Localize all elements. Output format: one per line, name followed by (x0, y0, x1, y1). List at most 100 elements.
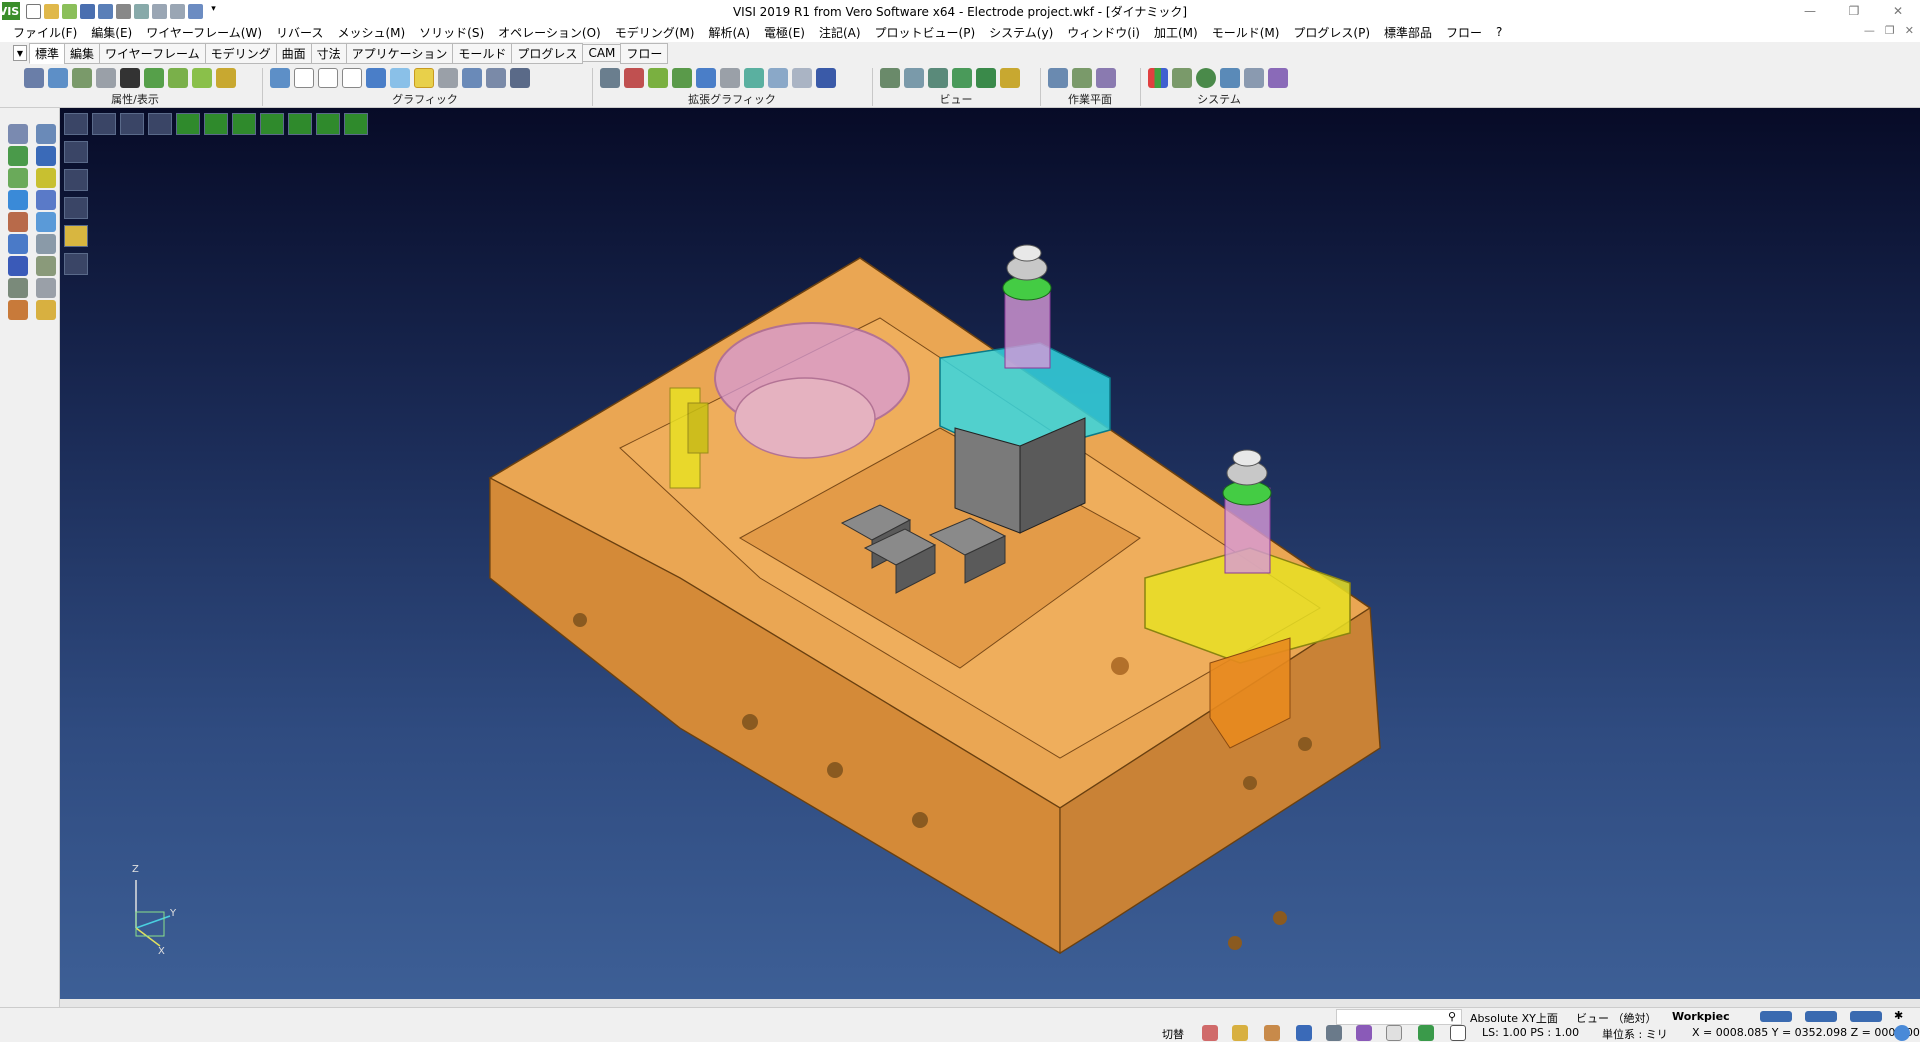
menu-edit[interactable]: 編集(E) (84, 24, 139, 41)
tab-flow[interactable]: フロー (620, 42, 669, 64)
cube-status-icon[interactable] (1356, 1025, 1372, 1041)
undo-icon[interactable] (152, 3, 167, 19)
save-icon[interactable] (80, 3, 95, 19)
redo-icon[interactable] (170, 3, 185, 19)
help-left-icon[interactable] (8, 256, 28, 276)
status-color-swatch[interactable] (1760, 1011, 1792, 1022)
tab-mould[interactable]: モールド (452, 42, 513, 64)
render-icon[interactable] (486, 68, 506, 88)
folder-icon[interactable] (36, 300, 56, 320)
print-preview-icon[interactable] (134, 3, 149, 19)
status-color-swatch[interactable] (1850, 1011, 1882, 1022)
tools-icon[interactable] (8, 300, 28, 320)
picture-icon[interactable] (1220, 68, 1240, 88)
view-eye-icon[interactable] (1000, 68, 1020, 88)
print-icon[interactable] (116, 3, 131, 19)
bucket-icon[interactable] (8, 278, 28, 298)
dynamic-icon[interactable] (438, 68, 458, 88)
menu-analysis[interactable]: 解析(A) (701, 24, 757, 41)
view-refresh-icon[interactable] (976, 68, 996, 88)
menu-mould[interactable]: モールド(M) (1205, 24, 1287, 41)
menu-operation[interactable]: オペレーション(O) (491, 24, 608, 41)
import-icon[interactable] (62, 3, 77, 19)
menu-flow[interactable]: フロー (1439, 24, 1489, 41)
tab-edit[interactable]: 編集 (64, 42, 101, 64)
tab-application[interactable]: アプリケーション (345, 42, 454, 64)
grid-toggle-icon[interactable] (1202, 1025, 1218, 1041)
menu-annotation[interactable]: 注記(A) (812, 24, 868, 41)
menu-window[interactable]: ウィンドウ(i) (1060, 24, 1147, 41)
rotate-icon[interactable] (8, 190, 28, 210)
tab-dropdown-icon[interactable]: ▼ (13, 45, 27, 61)
texture-icon[interactable] (510, 68, 530, 88)
light-icon[interactable] (216, 68, 236, 88)
view-zoom-icon[interactable] (904, 68, 924, 88)
layer-status-icon[interactable] (1386, 1025, 1402, 1041)
menu-wireframe[interactable]: ワイヤーフレーム(W) (139, 24, 269, 41)
tab-dimension[interactable]: 寸法 (310, 42, 347, 64)
tab-progress[interactable]: プログレス (511, 42, 584, 64)
attributes-icon[interactable] (24, 68, 44, 88)
status-settings-icon[interactable]: ✱ (1894, 1009, 1903, 1022)
menu-help[interactable]: ? (1489, 25, 1509, 39)
draft-icon[interactable] (672, 68, 692, 88)
network-status-icon[interactable] (1326, 1025, 1342, 1041)
menu-file[interactable]: ファイル(F) (6, 24, 84, 41)
transparent-icon[interactable] (414, 68, 434, 88)
layer-icon[interactable] (48, 68, 68, 88)
menu-standard-parts[interactable]: 標準部品 (1377, 24, 1439, 41)
cylinder-gray-icon[interactable] (720, 68, 740, 88)
tab-cam[interactable]: CAM (582, 44, 622, 62)
pen-icon[interactable] (36, 146, 56, 166)
viewport-horizontal-scrollbar[interactable] (60, 999, 1920, 1007)
tab-standard[interactable]: 標準 (29, 42, 66, 64)
wireframe-cylinder-icon[interactable] (294, 68, 314, 88)
menu-modeling[interactable]: モデリング(M) (608, 24, 702, 41)
menu-progress[interactable]: プログレス(P) (1286, 24, 1377, 41)
workplane-axis-icon[interactable] (1048, 68, 1068, 88)
transform-icon[interactable] (8, 168, 28, 188)
ortho-toggle-icon[interactable] (1264, 1025, 1280, 1041)
hidden-line-icon[interactable] (318, 68, 338, 88)
section-icon[interactable] (462, 68, 482, 88)
analysis-icon[interactable] (744, 68, 764, 88)
frame-icon[interactable] (36, 256, 56, 276)
refresh-status-icon[interactable] (1418, 1025, 1434, 1041)
network-icon[interactable] (600, 68, 620, 88)
menu-electrode[interactable]: 電極(E) (757, 24, 812, 41)
document-icon[interactable] (1172, 68, 1192, 88)
doc-close-button[interactable]: ✕ (1905, 24, 1914, 37)
menu-reverse[interactable]: リバース (269, 24, 330, 41)
status-search-field[interactable] (1336, 1009, 1462, 1025)
undo-history-icon[interactable] (188, 3, 203, 19)
viewport-3d[interactable]: Z Y X (60, 108, 1920, 999)
grid-icon[interactable] (1244, 68, 1264, 88)
measure-icon[interactable] (768, 68, 788, 88)
save-as-icon[interactable] (98, 3, 113, 19)
silhouette-icon[interactable] (342, 68, 362, 88)
color-grid-icon[interactable] (1148, 68, 1168, 88)
palette-left-icon[interactable] (8, 212, 28, 232)
tab-modeling[interactable]: モデリング (204, 42, 277, 64)
filter-icon[interactable] (192, 68, 212, 88)
display-all-icon[interactable] (120, 68, 140, 88)
window-select-icon[interactable] (8, 146, 28, 166)
regenerate-icon[interactable] (270, 68, 290, 88)
box-icon[interactable] (36, 234, 56, 254)
visibility-icon[interactable] (168, 68, 188, 88)
menu-plot-view[interactable]: プロットビュー(P) (868, 24, 983, 41)
shield-icon[interactable] (816, 68, 836, 88)
shaded-icon[interactable] (366, 68, 386, 88)
refresh-left-icon[interactable] (8, 234, 28, 254)
select-icon[interactable] (8, 124, 28, 144)
restore-button[interactable]: ❐ (1832, 0, 1876, 22)
grid-status-icon[interactable] (1450, 1025, 1466, 1041)
globe-status-icon[interactable] (1894, 1025, 1910, 1041)
menu-system[interactable]: システム(y) (982, 24, 1060, 41)
view-rotate-icon[interactable] (952, 68, 972, 88)
undo-left-icon[interactable] (36, 278, 56, 298)
tab-wireframe[interactable]: ワイヤーフレーム (99, 42, 206, 64)
pick-icon[interactable] (36, 124, 56, 144)
ruler-icon[interactable] (1268, 68, 1288, 88)
menu-machining[interactable]: 加工(M) (1147, 24, 1205, 41)
